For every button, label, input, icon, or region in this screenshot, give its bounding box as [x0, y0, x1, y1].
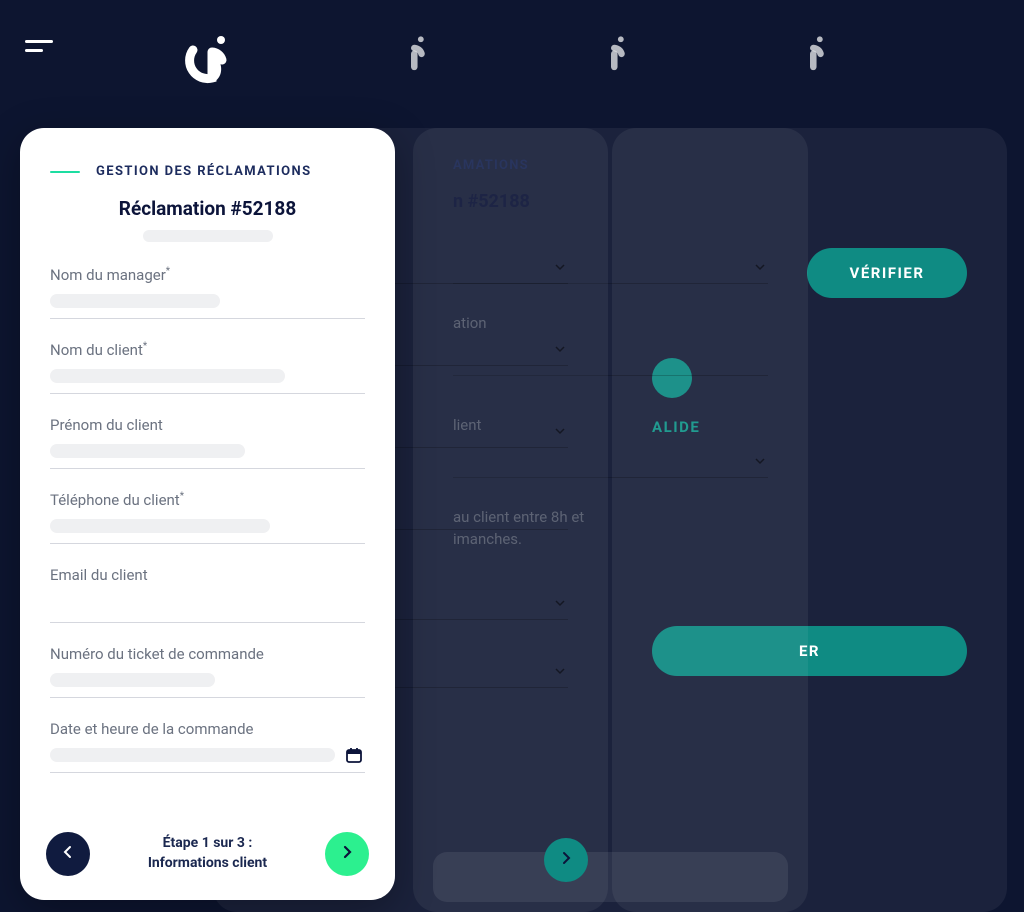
input-wrap[interactable]	[50, 519, 365, 544]
calendar-icon[interactable]	[345, 746, 363, 764]
field-label: Nom du client*	[50, 341, 365, 359]
verify-button[interactable]: VÉRIFIER	[807, 248, 967, 298]
form-field: Nom du manager*	[50, 266, 365, 319]
chevron-left-icon	[60, 844, 76, 864]
text-input[interactable]	[50, 594, 365, 622]
claim-title: Réclamation #52188	[50, 197, 365, 220]
input-wrap[interactable]	[50, 444, 365, 469]
field-label: Date et heure de la commande	[50, 720, 365, 738]
field-label: Email du client	[50, 566, 365, 584]
field-label: Prénom du client	[50, 416, 365, 434]
field-label: Téléphone du client*	[50, 491, 365, 509]
form-field: Téléphone du client*	[50, 491, 365, 544]
input-wrap[interactable]	[50, 594, 365, 623]
value-placeholder	[50, 673, 215, 687]
input-wrap[interactable]	[50, 748, 365, 773]
next-button[interactable]	[544, 838, 588, 882]
field-label: Nom du manager*	[50, 266, 365, 284]
form-field: Email du client	[50, 566, 365, 623]
value-placeholder	[50, 519, 270, 533]
chevron-down-icon	[754, 258, 766, 270]
chevron-down-icon	[554, 422, 566, 434]
logo-icon	[391, 32, 431, 76]
value-placeholder	[50, 294, 220, 308]
chevron-right-icon	[558, 850, 574, 870]
chevron-right-icon	[339, 844, 355, 864]
value-placeholder	[50, 444, 245, 458]
step-text: Étape 1 sur 3 : Informations client	[148, 834, 267, 873]
main-form-card: GESTION DES RÉCLAMATIONS Réclamation #52…	[20, 128, 395, 900]
chevron-down-icon	[754, 452, 766, 464]
form-field: Date et heure de la commande	[50, 720, 365, 773]
form-field: Nom du client*	[50, 341, 365, 394]
next-button[interactable]	[325, 832, 369, 876]
value-placeholder	[50, 369, 285, 383]
field-label: Numéro du ticket de commande	[50, 645, 365, 663]
section-title: GESTION DES RÉCLAMATIONS	[96, 164, 311, 179]
menu-button[interactable]	[25, 40, 53, 52]
form-field: Prénom du client	[50, 416, 365, 469]
input-wrap[interactable]	[50, 294, 365, 319]
subtitle-placeholder	[143, 230, 273, 242]
chevron-down-icon	[554, 594, 566, 606]
back-button[interactable]	[46, 832, 90, 876]
input-wrap[interactable]	[50, 673, 365, 698]
logo	[180, 30, 235, 89]
form-field: Numéro du ticket de commande	[50, 645, 365, 698]
chevron-down-icon	[554, 340, 566, 352]
input-wrap[interactable]	[50, 369, 365, 394]
section-accent-dash	[50, 171, 80, 173]
value-placeholder	[50, 748, 335, 762]
chevron-down-icon	[554, 662, 566, 674]
chevron-down-icon	[554, 258, 566, 270]
